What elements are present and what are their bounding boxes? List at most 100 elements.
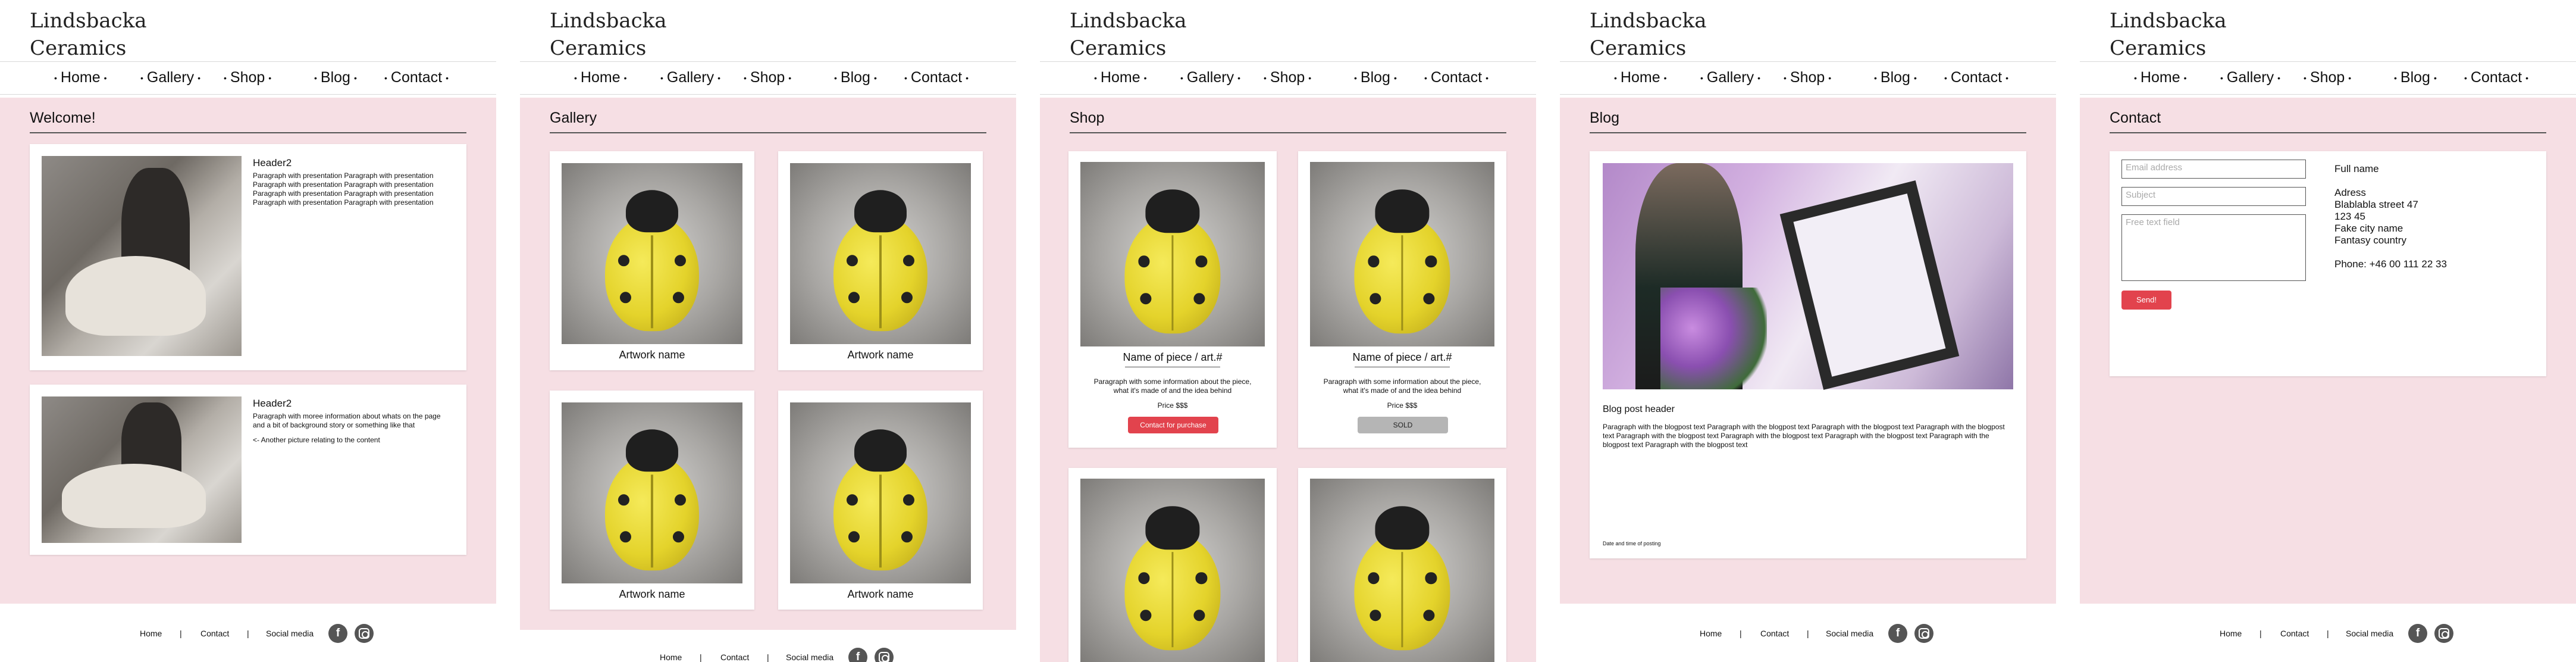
nav-shop[interactable]: • Shop • bbox=[2300, 69, 2355, 86]
nav-home[interactable]: • Home • bbox=[1610, 69, 1671, 86]
nav-home[interactable]: • Home • bbox=[51, 69, 111, 86]
footer-separator: | bbox=[1807, 629, 1809, 638]
site-logo[interactable]: Lindsbacka Ceramics bbox=[2110, 7, 2227, 62]
info-card: Header2 Paragraph with moree information… bbox=[30, 385, 466, 555]
nav-home[interactable]: • Home • bbox=[571, 69, 631, 86]
nav-shop[interactable]: • Shop • bbox=[220, 69, 275, 86]
subject-field[interactable]: Subject bbox=[2121, 187, 2306, 206]
gallery-item[interactable]: Artwork name bbox=[550, 391, 754, 610]
product-description: Paragraph with some information about th… bbox=[1323, 377, 1481, 395]
nav-shop[interactable]: • Shop • bbox=[1780, 69, 1835, 86]
gallery-item[interactable]: Artwork name bbox=[778, 391, 983, 610]
site-logo[interactable]: Lindsbacka Ceramics bbox=[1590, 7, 1707, 62]
content-area: Shop Name of piece / art.# Paragraph wit… bbox=[1040, 98, 1536, 662]
title-divider bbox=[1590, 132, 2026, 133]
page-title: Blog bbox=[1590, 110, 1620, 126]
artwork-photo bbox=[562, 163, 742, 344]
nav-gallery[interactable]: • Gallery • bbox=[137, 69, 204, 86]
card-header: Header2 bbox=[253, 157, 292, 168]
instagram-icon[interactable] bbox=[875, 648, 894, 662]
post-date: Date and time of posting bbox=[1603, 541, 1661, 547]
instagram-icon[interactable] bbox=[1914, 624, 1933, 643]
footer-contact-link[interactable]: Contact bbox=[720, 652, 749, 662]
nav-blog[interactable]: • Blog • bbox=[831, 69, 880, 86]
footer-social-link[interactable]: Social media bbox=[2346, 629, 2393, 638]
nav-blog[interactable]: • Blog • bbox=[2390, 69, 2440, 86]
facebook-icon[interactable]: f bbox=[2408, 624, 2427, 643]
contact-for-purchase-button[interactable]: Contact for purchase bbox=[1128, 417, 1218, 433]
content-area: Welcome! Header2 Paragraph with presenta… bbox=[0, 98, 496, 604]
page-title: Contact bbox=[2110, 110, 2161, 126]
site-logo[interactable]: Lindsbacka Ceramics bbox=[550, 7, 667, 62]
nav-gallery[interactable]: • Gallery • bbox=[657, 69, 724, 86]
email-field[interactable]: Email address bbox=[2121, 160, 2306, 179]
nav-shop[interactable]: • Shop • bbox=[740, 69, 795, 86]
main-nav: • Home • • Gallery • • Shop • • Blog • • Contact • bbox=[0, 61, 496, 95]
gallery-item[interactable]: Artwork name bbox=[778, 151, 983, 370]
nav-gallery[interactable]: • Gallery • bbox=[1697, 69, 1764, 86]
main-nav: • Home • • Gallery • • Shop • • Blog • • Contact • bbox=[2080, 61, 2576, 95]
footer-home-link[interactable]: Home bbox=[1700, 629, 1722, 638]
product-name: Name of piece / art.# bbox=[1352, 351, 1452, 363]
nav-gallery[interactable]: • Gallery • bbox=[2217, 69, 2284, 86]
nav-contact[interactable]: • Contact • bbox=[1421, 69, 1492, 86]
nav-home[interactable]: • Home • bbox=[2130, 69, 2190, 86]
footer-social-link[interactable]: Social media bbox=[786, 652, 833, 662]
facebook-icon[interactable]: f bbox=[328, 624, 347, 643]
contact-phone: Phone: +46 00 111 22 33 bbox=[2334, 258, 2447, 270]
footer-separator: | bbox=[247, 629, 249, 638]
shop-item: Name of piece / art.# Paragraph with som… bbox=[1298, 151, 1506, 448]
contact-street: Blablabla street 47 bbox=[2334, 199, 2418, 210]
footer-social-link[interactable]: Social media bbox=[266, 629, 314, 638]
footer-home-link[interactable]: Home bbox=[2220, 629, 2242, 638]
nav-gallery[interactable]: • Gallery • bbox=[1177, 69, 1244, 86]
product-name: Name of piece / art.# bbox=[1123, 351, 1223, 363]
nav-blog[interactable]: • Blog • bbox=[311, 69, 361, 86]
product-photo bbox=[1080, 162, 1265, 346]
instagram-icon[interactable] bbox=[2434, 624, 2453, 643]
product-photo bbox=[1080, 479, 1265, 662]
footer-separator: | bbox=[180, 629, 182, 638]
footer: Home | Contact | Social media f bbox=[1560, 619, 2056, 649]
footer-social-link[interactable]: Social media bbox=[1826, 629, 1873, 638]
instagram-icon[interactable] bbox=[355, 624, 374, 643]
footer-home-link[interactable]: Home bbox=[140, 629, 162, 638]
contact-page: Lindsbacka Ceramics • Home • • Gallery • • Sh… bbox=[2080, 0, 2576, 662]
message-textarea[interactable]: Free text field bbox=[2121, 214, 2306, 281]
nav-blog[interactable]: • Blog • bbox=[1350, 69, 1400, 86]
title-divider bbox=[30, 132, 466, 133]
footer-contact-link[interactable]: Contact bbox=[200, 629, 229, 638]
nav-blog[interactable]: • Blog • bbox=[1870, 69, 1920, 86]
product-price: Price $$$ bbox=[1387, 401, 1418, 410]
gallery-item[interactable]: Artwork name bbox=[550, 151, 754, 370]
product-price: Price $$$ bbox=[1157, 401, 1188, 410]
artwork-name: Artwork name bbox=[619, 349, 685, 361]
footer-contact-link[interactable]: Contact bbox=[2280, 629, 2309, 638]
footer-separator: | bbox=[1740, 629, 1742, 638]
blog-page: Lindsbacka Ceramics • Home • • Gallery • • Sh… bbox=[1560, 0, 2056, 662]
contact-city: Fake city name bbox=[2334, 223, 2403, 234]
nav-contact[interactable]: • Contact • bbox=[1941, 69, 2012, 86]
product-description: Paragraph with some information about th… bbox=[1093, 377, 1252, 395]
site-logo[interactable]: Lindsbacka Ceramics bbox=[1070, 7, 1187, 62]
nav-home[interactable]: • Home • bbox=[1090, 69, 1151, 86]
product-photo bbox=[1310, 162, 1494, 346]
footer-home-link[interactable]: Home bbox=[660, 652, 682, 662]
artwork-name: Artwork name bbox=[619, 588, 685, 600]
nav-contact[interactable]: • Contact • bbox=[2461, 69, 2532, 86]
main-nav: • Home • • Gallery • • Shop • • Blog • • Contact • bbox=[1040, 61, 1536, 95]
facebook-icon[interactable]: f bbox=[848, 648, 867, 662]
content-area: Gallery Artwork name Artwork name Artwor… bbox=[520, 98, 1016, 630]
nav-contact[interactable]: • Contact • bbox=[901, 69, 972, 86]
artwork-name: Artwork name bbox=[847, 588, 914, 600]
site-logo[interactable]: Lindsbacka Ceramics bbox=[30, 7, 147, 62]
nav-shop[interactable]: • Shop • bbox=[1260, 69, 1315, 86]
send-button[interactable]: Send! bbox=[2121, 291, 2171, 310]
card-header: Header2 bbox=[253, 398, 292, 409]
facebook-icon[interactable]: f bbox=[1888, 624, 1907, 643]
shop-item bbox=[1298, 468, 1506, 662]
nav-contact[interactable]: • Contact • bbox=[381, 69, 452, 86]
main-nav: • Home • • Gallery • • Shop • • Blog • • Contact • bbox=[1560, 61, 2056, 95]
title-divider bbox=[550, 132, 986, 133]
footer-contact-link[interactable]: Contact bbox=[1760, 629, 1789, 638]
